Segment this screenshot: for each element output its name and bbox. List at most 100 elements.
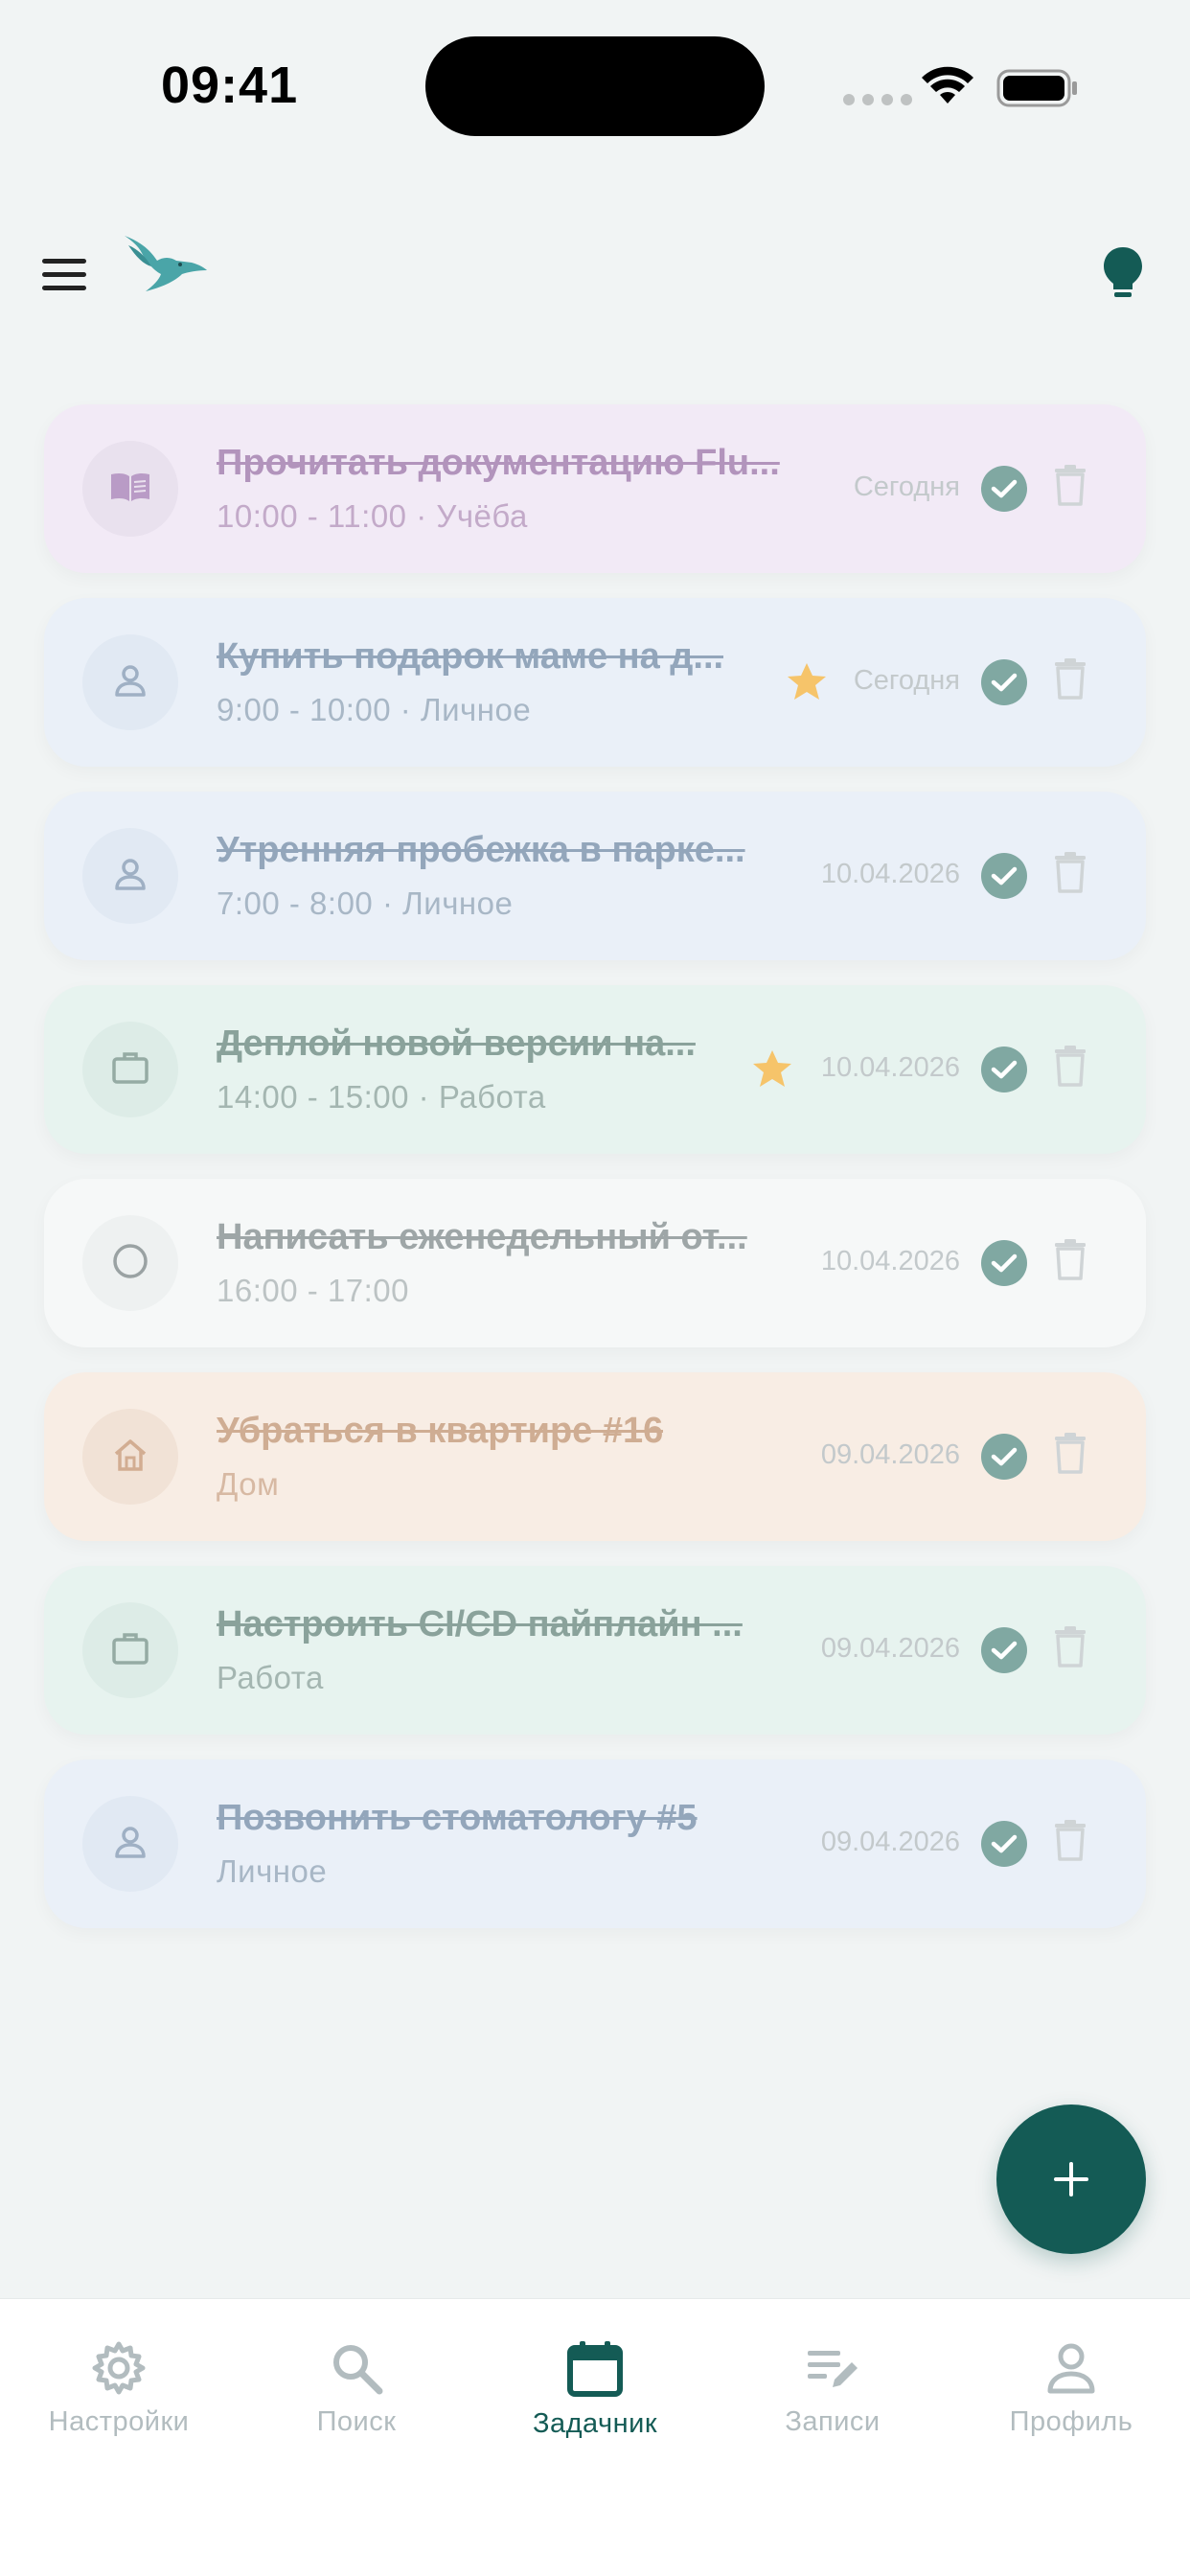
task-subtitle: 7:00 - 8:00 · Личное bbox=[217, 886, 514, 921]
complete-check-button[interactable] bbox=[981, 1627, 1027, 1673]
trash-icon[interactable] bbox=[1054, 1238, 1087, 1280]
bottom-nav: Настройки Поиск Задачник Записи Профиль bbox=[0, 2298, 1190, 2576]
nav-item-profile[interactable]: Профиль bbox=[956, 2339, 1186, 2454]
check-icon bbox=[991, 866, 1018, 886]
book-icon bbox=[109, 471, 151, 508]
calendar-icon bbox=[567, 2341, 623, 2397]
person-icon bbox=[113, 857, 148, 896]
complete-check-button[interactable] bbox=[981, 1434, 1027, 1480]
task-subtitle: 9:00 - 10:00 · Личное bbox=[217, 692, 532, 727]
hamburger-menu-icon[interactable] bbox=[42, 259, 86, 291]
trash-icon[interactable] bbox=[1054, 851, 1087, 893]
complete-check-button[interactable] bbox=[981, 1821, 1027, 1867]
task-subtitle: Дом bbox=[217, 1466, 280, 1502]
status-bar: 09:41 bbox=[0, 0, 1190, 172]
trash-icon[interactable] bbox=[1054, 1432, 1087, 1474]
task-card[interactable]: Настроить CI/CD пайплайн ... Работа 09.0… bbox=[44, 1566, 1146, 1735]
lightbulb-icon[interactable] bbox=[1102, 245, 1144, 301]
task-title: Утренняя пробежка в парке... bbox=[217, 830, 745, 870]
task-subtitle: 10:00 - 11:00 · Учёба bbox=[217, 498, 528, 534]
task-title: Настроить CI/CD пайплайн ... bbox=[217, 1604, 743, 1644]
complete-check-button[interactable] bbox=[981, 1240, 1027, 1286]
home-icon bbox=[112, 1438, 149, 1477]
task-title: Деплой новой версии на... bbox=[217, 1024, 696, 1064]
task-title: Позвонить стоматологу #5 bbox=[217, 1798, 698, 1838]
task-category-badge bbox=[82, 441, 178, 537]
nav-label-settings: Настройки bbox=[48, 2406, 190, 2437]
nav-item-search[interactable]: Поиск bbox=[241, 2339, 471, 2454]
dynamic-island bbox=[425, 36, 765, 136]
app-header bbox=[0, 211, 1190, 335]
plus-icon bbox=[1054, 2162, 1088, 2196]
check-icon bbox=[991, 1060, 1018, 1079]
task-date: 10.04.2026 bbox=[820, 1246, 960, 1276]
notes-edit-icon bbox=[808, 2351, 858, 2387]
check-icon bbox=[991, 1447, 1018, 1466]
task-category-badge bbox=[82, 828, 178, 924]
nav-label-profile: Профиль bbox=[1009, 2406, 1133, 2437]
trash-icon[interactable] bbox=[1054, 464, 1087, 506]
check-icon bbox=[991, 1641, 1018, 1660]
check-icon bbox=[991, 1254, 1018, 1273]
task-date: 09.04.2026 bbox=[820, 1633, 960, 1664]
profile-icon bbox=[1047, 2343, 1095, 2394]
task-title: Написать еженедельный от... bbox=[217, 1217, 747, 1257]
briefcase-icon bbox=[111, 1050, 149, 1090]
task-subtitle: 14:00 - 15:00 · Работа bbox=[217, 1079, 546, 1115]
status-time: 09:41 bbox=[161, 57, 299, 114]
task-card[interactable]: Купить подарок маме на д... 9:00 - 10:00… bbox=[44, 598, 1146, 767]
task-card[interactable]: Утренняя пробежка в парке... 7:00 - 8:00… bbox=[44, 792, 1146, 960]
battery-icon bbox=[996, 69, 1077, 107]
nav-item-notes[interactable]: Записи bbox=[718, 2339, 948, 2454]
task-date: 09.04.2026 bbox=[820, 1827, 960, 1857]
task-card[interactable]: Деплой новой версии на... 14:00 - 15:00 … bbox=[44, 985, 1146, 1154]
check-icon bbox=[991, 673, 1018, 692]
task-category-badge bbox=[82, 634, 178, 730]
task-title: Купить подарок маме на д... bbox=[217, 636, 724, 677]
nav-item-tasks[interactable]: Задачник bbox=[480, 2339, 710, 2454]
add-task-button[interactable] bbox=[996, 2104, 1146, 2254]
task-date: 10.04.2026 bbox=[820, 1052, 960, 1083]
task-category-badge bbox=[82, 1602, 178, 1698]
briefcase-icon bbox=[111, 1631, 149, 1670]
task-category-badge bbox=[82, 1215, 178, 1311]
task-card[interactable]: Написать еженедельный от... 16:00 - 17:0… bbox=[44, 1179, 1146, 1347]
task-title: Прочитать документацию Flu... bbox=[217, 443, 780, 483]
trash-icon[interactable] bbox=[1054, 1819, 1087, 1861]
task-category-badge bbox=[82, 1409, 178, 1505]
wifi-icon bbox=[922, 66, 973, 104]
nav-item-settings[interactable]: Настройки bbox=[4, 2339, 234, 2454]
task-card[interactable]: Убраться в квартире #16 Дом 09.04.2026 bbox=[44, 1372, 1146, 1541]
task-card[interactable]: Прочитать документацию Flu... 10:00 - 11… bbox=[44, 404, 1146, 573]
check-icon bbox=[991, 1834, 1018, 1853]
nav-label-tasks: Задачник bbox=[532, 2408, 658, 2439]
complete-check-button[interactable] bbox=[981, 466, 1027, 512]
complete-check-button[interactable] bbox=[981, 1046, 1027, 1092]
bird-logo-icon bbox=[125, 236, 207, 291]
complete-check-button[interactable] bbox=[981, 853, 1027, 899]
nav-label-search: Поиск bbox=[316, 2406, 397, 2437]
complete-check-button[interactable] bbox=[981, 659, 1027, 705]
task-date: 10.04.2026 bbox=[820, 859, 960, 889]
task-date: Сегодня bbox=[853, 665, 960, 696]
trash-icon[interactable] bbox=[1054, 1625, 1087, 1668]
task-date: 09.04.2026 bbox=[820, 1439, 960, 1470]
gear-icon bbox=[92, 2341, 146, 2395]
person-icon bbox=[113, 663, 148, 702]
trash-icon[interactable] bbox=[1054, 1045, 1087, 1087]
check-icon bbox=[991, 479, 1018, 498]
search-icon bbox=[333, 2345, 383, 2395]
star-icon[interactable] bbox=[751, 1048, 793, 1089]
nav-label-notes: Записи bbox=[785, 2406, 881, 2437]
task-title: Убраться в квартире #16 bbox=[217, 1411, 664, 1451]
star-icon[interactable] bbox=[786, 661, 828, 702]
circle-outline-icon bbox=[111, 1242, 149, 1285]
task-card[interactable]: Позвонить стоматологу #5 Личное 09.04.20… bbox=[44, 1760, 1146, 1928]
trash-icon[interactable] bbox=[1054, 657, 1087, 700]
task-category-badge bbox=[82, 1796, 178, 1892]
task-date: Сегодня bbox=[853, 472, 960, 502]
person-icon bbox=[113, 1825, 148, 1864]
task-category-badge bbox=[82, 1022, 178, 1117]
task-list: Прочитать документацию Flu... 10:00 - 11… bbox=[44, 404, 1146, 1953]
task-subtitle: Работа bbox=[217, 1660, 324, 1695]
